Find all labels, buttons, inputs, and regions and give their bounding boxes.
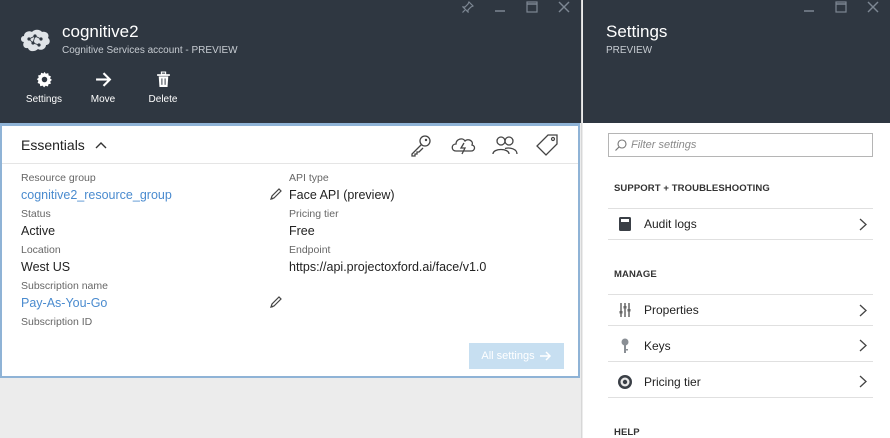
settings-title-block: Settings PREVIEW <box>606 22 667 56</box>
gear-icon <box>36 71 52 88</box>
search-icon <box>615 139 627 151</box>
subscription-name-key: Subscription name <box>21 280 108 292</box>
menu-item-properties[interactable]: Properties <box>608 294 873 326</box>
all-settings-button[interactable]: All settings <box>469 343 564 369</box>
endpoint-key: Endpoint <box>289 244 331 256</box>
minimize-icon[interactable] <box>802 0 816 14</box>
pin-icon[interactable] <box>461 0 475 14</box>
delete-command-label: Delete <box>148 94 178 105</box>
keys-label: Keys <box>644 338 671 353</box>
key-icon <box>617 338 633 354</box>
api-type-field: API type Face API (preview) <box>289 172 569 208</box>
pricing-tier-value: Free <box>289 224 315 238</box>
resource-blade-header: cognitive2 Cognitive Services account - … <box>0 0 581 123</box>
location-value: West US <box>21 260 71 274</box>
chevron-right-icon <box>859 304 867 317</box>
settings-command-label: Settings <box>25 94 63 105</box>
chevron-right-icon <box>859 339 867 352</box>
pricing-tier-label: Pricing tier <box>644 374 701 389</box>
properties-label: Properties <box>644 303 699 317</box>
cloud-lightning-icon[interactable] <box>450 132 476 158</box>
section-support-troubleshooting: SUPPORT + TROUBLESHOOTING <box>614 183 770 194</box>
close-icon[interactable] <box>866 0 880 14</box>
settings-title: Settings <box>606 22 668 41</box>
audit-log-icon <box>617 216 633 232</box>
resource-blade: cognitive2 Cognitive Services account - … <box>0 0 582 438</box>
key-icon[interactable] <box>408 132 434 158</box>
essentials-toolbar <box>408 132 560 158</box>
arrow-right-icon <box>539 351 551 361</box>
resource-subtitle: Cognitive Services account - PREVIEW <box>62 45 238 56</box>
essentials-title: Essentials <box>21 136 85 153</box>
move-command-button[interactable]: Move <box>70 71 136 105</box>
menu-item-keys[interactable]: Keys <box>608 330 873 362</box>
location-field: Location West US <box>21 244 283 280</box>
arrow-right-icon <box>95 72 111 87</box>
settings-blade: Settings PREVIEW SUPPORT + TROUBLESHOOTI… <box>583 0 890 438</box>
subscription-id-key: Subscription ID <box>21 316 93 328</box>
pricing-tier-field: Pricing tier Free <box>289 208 569 244</box>
maximize-icon[interactable] <box>525 0 539 14</box>
move-command-label: Move <box>90 94 116 105</box>
chevron-right-icon <box>859 218 867 231</box>
settings-window-controls <box>802 0 880 14</box>
status-value: Active <box>21 224 56 238</box>
pricing-tier-key: Pricing tier <box>289 208 339 220</box>
filter-settings-box[interactable] <box>608 133 873 157</box>
endpoint-field: Endpoint https://api.projectoxford.ai/fa… <box>289 244 569 280</box>
endpoint-value: https://api.projectoxford.ai/face/v1.0 <box>289 260 487 274</box>
resource-group-key: Resource group <box>21 172 96 184</box>
minimize-icon[interactable] <box>493 0 507 14</box>
resource-group-field: Resource group cognitive2_resource_group <box>21 172 283 208</box>
section-manage: MANAGE <box>614 269 657 280</box>
resource-title: cognitive2 <box>62 22 139 41</box>
chevron-up-icon[interactable] <box>95 141 107 149</box>
api-type-value: Face API (preview) <box>289 188 395 202</box>
close-icon[interactable] <box>557 0 571 14</box>
cognitive-services-brain-icon <box>21 29 50 52</box>
pricing-tier-icon <box>617 374 633 390</box>
api-type-key: API type <box>289 172 329 184</box>
tag-icon[interactable] <box>534 132 560 158</box>
essentials-right-column: API type Face API (preview) Pricing tier… <box>289 172 569 280</box>
edit-resource-group-icon[interactable] <box>269 187 283 201</box>
delete-command-button[interactable]: Delete <box>136 71 190 105</box>
subscription-name-field: Subscription name Pay-As-You-Go <box>21 280 283 316</box>
menu-item-audit-logs[interactable]: Audit logs <box>608 208 873 240</box>
menu-item-pricing-tier[interactable]: Pricing tier <box>608 366 873 398</box>
edit-subscription-icon[interactable] <box>269 295 283 309</box>
location-key: Location <box>21 244 61 256</box>
section-help: HELP <box>614 427 640 438</box>
all-settings-label: All settings <box>481 350 535 362</box>
trash-icon <box>156 71 170 87</box>
settings-subtitle: PREVIEW <box>606 45 653 56</box>
users-icon[interactable] <box>492 132 518 158</box>
essentials-panel: Essentials Resource group cognitive2_res… <box>0 123 580 378</box>
resource-group-link[interactable]: cognitive2_resource_group <box>21 185 283 205</box>
settings-blade-header: Settings PREVIEW <box>583 0 890 123</box>
maximize-icon[interactable] <box>834 0 848 14</box>
audit-logs-label: Audit logs <box>644 217 697 231</box>
command-bar: Settings Move Delete <box>18 71 190 105</box>
window-controls <box>461 0 571 14</box>
chevron-right-icon <box>859 375 867 388</box>
status-key: Status <box>21 208 51 220</box>
subscription-id-field: Subscription ID <box>21 316 283 352</box>
status-field: Status Active <box>21 208 283 244</box>
settings-command-button[interactable]: Settings <box>18 71 70 105</box>
resource-title-row: cognitive2 Cognitive Services account - … <box>18 22 238 56</box>
subscription-name-link[interactable]: Pay-As-You-Go <box>21 293 283 313</box>
essentials-left-column: Resource group cognitive2_resource_group… <box>21 172 283 352</box>
properties-icon <box>617 302 633 318</box>
filter-settings-input[interactable] <box>631 139 861 151</box>
